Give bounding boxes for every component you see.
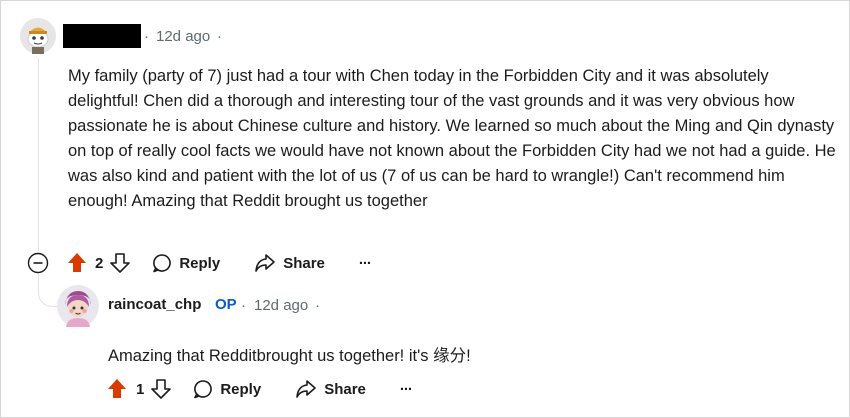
reply-button[interactable]: Reply <box>152 253 220 273</box>
upvote-icon[interactable] <box>67 252 87 274</box>
separator-dot: · <box>144 28 149 45</box>
op-badge: OP <box>215 296 237 313</box>
thread-connector <box>38 272 59 307</box>
separator-dot: · <box>241 297 246 314</box>
reply-label: Reply <box>220 380 262 398</box>
collapse-icon[interactable] <box>27 252 49 274</box>
reply-bubble-icon <box>152 253 172 273</box>
reply-author[interactable]: raincoat_chp <box>108 296 201 313</box>
share-arrow-icon <box>254 253 276 273</box>
upvote-icon[interactable] <box>107 378 127 400</box>
cartoon-avatar-icon[interactable] <box>57 285 99 327</box>
vote-score: 2 <box>95 254 104 272</box>
snoo-avatar-icon[interactable] <box>20 18 56 54</box>
share-label: Share <box>324 380 366 398</box>
comment-timestamp[interactable]: 12d ago <box>156 28 210 45</box>
thread-line[interactable] <box>38 58 39 251</box>
reply-timestamp[interactable]: 12d ago <box>254 297 308 314</box>
reply-body: Amazing that Redditbrought us together! … <box>108 347 471 365</box>
downvote-icon[interactable] <box>110 252 131 274</box>
share-label: Share <box>283 254 325 272</box>
downvote-icon[interactable] <box>151 378 172 400</box>
reply-bubble-icon <box>193 379 213 399</box>
more-options-icon[interactable]: ··· <box>359 255 372 272</box>
redacted-username <box>63 24 141 48</box>
separator-dot: · <box>217 28 222 45</box>
more-options-icon[interactable]: ··· <box>400 381 413 398</box>
comment-actions: 2 Reply Share ··· <box>27 250 372 276</box>
separator-dot: · <box>315 297 320 314</box>
share-button[interactable]: Share <box>254 253 325 273</box>
reply-label: Reply <box>179 254 221 272</box>
comment-body: My family (party of 7) just had a tour w… <box>68 67 836 210</box>
share-arrow-icon <box>295 379 317 399</box>
reply-actions: 1 Reply Share ··· <box>107 376 413 402</box>
share-button[interactable]: Share <box>295 379 366 399</box>
vote-score: 1 <box>136 380 145 398</box>
reply-button[interactable]: Reply <box>193 379 261 399</box>
